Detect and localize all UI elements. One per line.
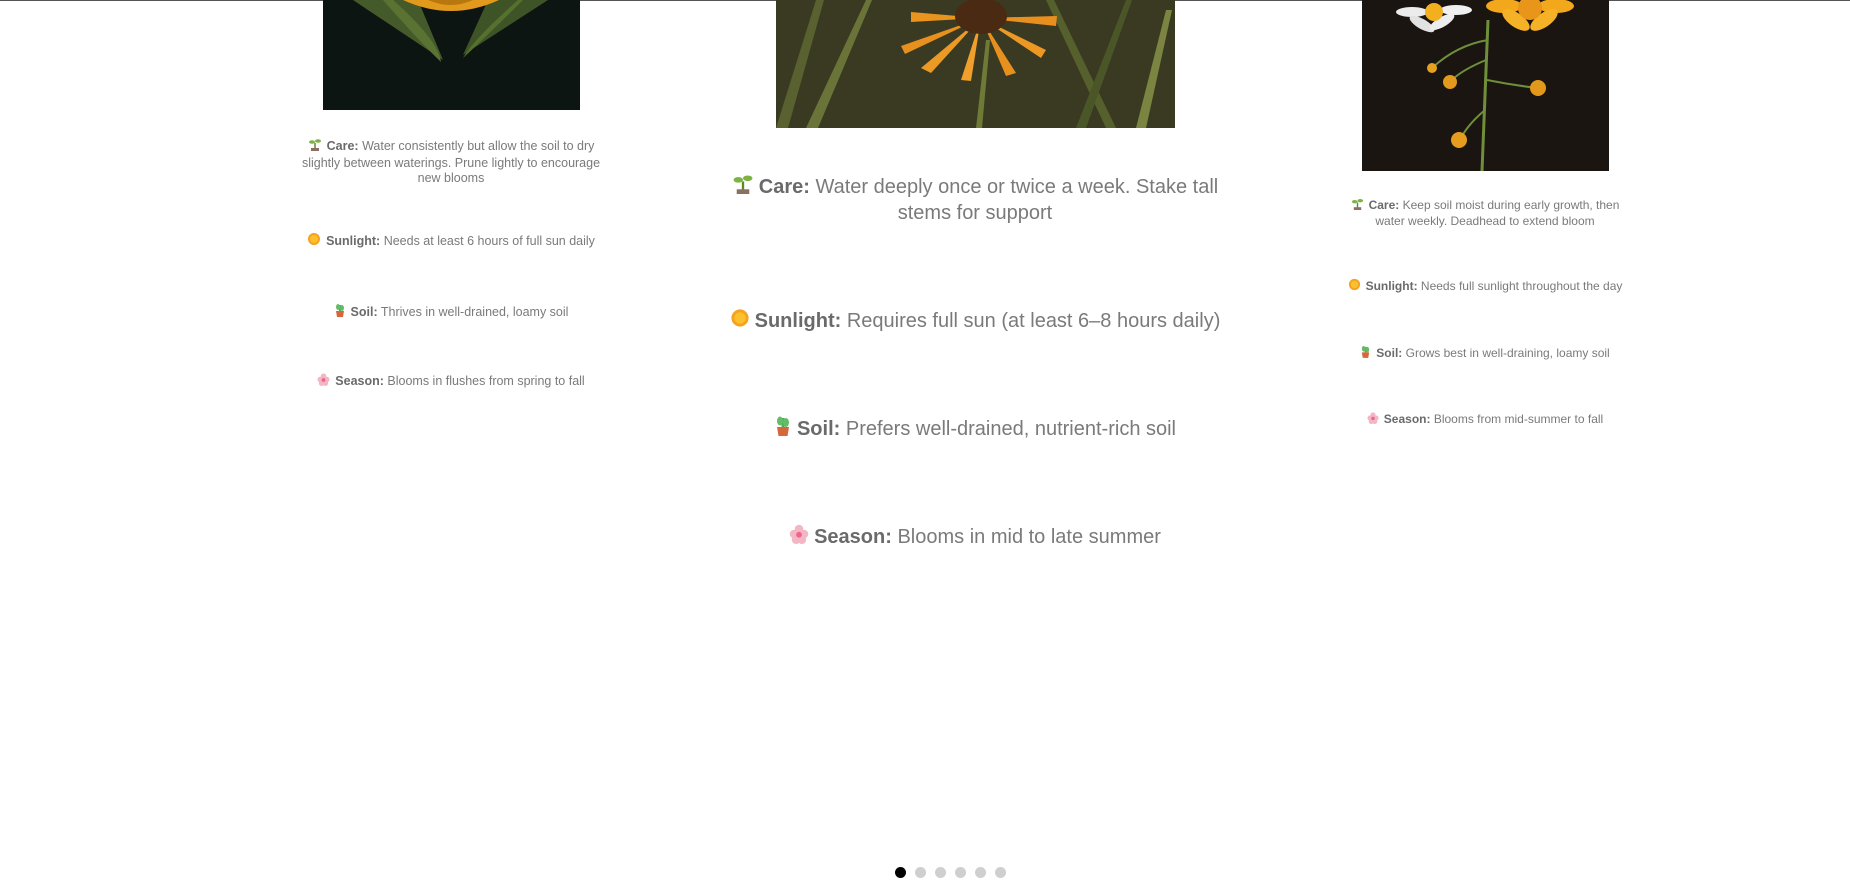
carousel-dot-6[interactable] bbox=[995, 867, 1006, 878]
season-label: Season: bbox=[1383, 412, 1431, 426]
soil-row: Soil: Thrives in well-drained, loamy soi… bbox=[298, 303, 604, 322]
potted-plant-icon bbox=[1360, 345, 1371, 362]
care-label: Care: bbox=[758, 176, 810, 198]
care-info: Care: Water consistently but allow the s… bbox=[298, 137, 604, 391]
care-text: Keep soil moist during early growth, the… bbox=[1375, 198, 1620, 228]
sun-icon bbox=[1348, 278, 1361, 295]
care-info: Care: Water deeply once or twice a week.… bbox=[725, 172, 1225, 551]
carousel-dot-2[interactable] bbox=[915, 867, 926, 878]
sunlight-text: Needs at least 6 hours of full sun daily bbox=[383, 233, 595, 248]
sun-icon bbox=[730, 308, 750, 335]
season-label: Season: bbox=[335, 374, 384, 389]
care-row: Care: Keep soil moist during early growt… bbox=[1336, 197, 1634, 229]
care-text: Water deeply once or twice a week. Stake… bbox=[815, 176, 1219, 224]
sunlight-label: Sunlight: bbox=[1365, 279, 1418, 293]
flower-card-coneflower: Care: Water deeply once or twice a week.… bbox=[725, 0, 1225, 551]
sunlight-label: Sunlight: bbox=[326, 233, 381, 248]
soil-text: Prefers well-drained, nutrient-rich soil bbox=[845, 418, 1177, 440]
carousel-dot-4[interactable] bbox=[955, 867, 966, 878]
sunlight-label: Sunlight: bbox=[754, 310, 842, 332]
soil-label: Soil: bbox=[350, 304, 378, 319]
care-row: Care: Water consistently but allow the s… bbox=[298, 137, 604, 187]
blossom-icon bbox=[789, 524, 809, 551]
season-row: Season: Blooms from mid-summer to fall bbox=[1336, 412, 1634, 428]
sunlight-row: Sunlight: Needs full sunlight throughout… bbox=[1336, 278, 1634, 295]
flower-image bbox=[322, 0, 580, 110]
carousel-dot-5[interactable] bbox=[975, 867, 986, 878]
sunlight-text: Requires full sun (at least 6–8 hours da… bbox=[846, 310, 1221, 332]
season-label: Season: bbox=[814, 526, 892, 548]
flower-card-daisy: Care: Keep soil moist during early growt… bbox=[1336, 0, 1634, 428]
flower-image bbox=[775, 0, 1175, 128]
blossom-icon bbox=[1367, 412, 1379, 428]
carousel-dot-1[interactable] bbox=[895, 867, 906, 878]
soil-row: Soil: Grows best in well-draining, loamy… bbox=[1336, 345, 1634, 362]
care-label: Care: bbox=[1368, 198, 1400, 212]
soil-label: Soil: bbox=[1376, 346, 1403, 360]
soil-row: Soil: Prefers well-drained, nutrient-ric… bbox=[725, 415, 1225, 443]
flower-image bbox=[1361, 0, 1609, 171]
care-info: Care: Keep soil moist during early growt… bbox=[1336, 197, 1634, 428]
seedling-icon bbox=[308, 137, 322, 156]
potted-plant-icon bbox=[334, 303, 346, 322]
blossom-icon bbox=[317, 373, 330, 391]
season-row: Season: Blooms in flushes from spring to… bbox=[298, 373, 604, 391]
soil-text: Grows best in well-draining, loamy soil bbox=[1405, 346, 1610, 360]
season-text: Blooms in mid to late summer bbox=[897, 526, 1161, 548]
care-label: Care: bbox=[326, 139, 359, 153]
seedling-icon bbox=[732, 172, 754, 201]
flower-card-sunflower: Care: Water consistently but allow the s… bbox=[298, 0, 604, 391]
care-row: Care: Water deeply once or twice a week.… bbox=[725, 172, 1225, 226]
season-row: Season: Blooms in mid to late summer bbox=[725, 524, 1225, 551]
carousel-dot-3[interactable] bbox=[935, 867, 946, 878]
sunlight-text: Needs full sunlight throughout the day bbox=[1420, 279, 1623, 293]
sun-icon bbox=[307, 232, 321, 251]
carousel-pagination bbox=[895, 867, 1006, 878]
potted-plant-icon bbox=[774, 415, 792, 443]
soil-text: Thrives in well-drained, loamy soil bbox=[380, 304, 569, 319]
season-text: Blooms from mid-summer to fall bbox=[1433, 412, 1604, 426]
soil-label: Soil: bbox=[796, 418, 841, 440]
sunlight-row: Sunlight: Needs at least 6 hours of full… bbox=[298, 232, 604, 251]
seedling-icon bbox=[1351, 197, 1364, 214]
sunlight-row: Sunlight: Requires full sun (at least 6–… bbox=[725, 308, 1225, 335]
season-text: Blooms in flushes from spring to fall bbox=[387, 374, 585, 389]
